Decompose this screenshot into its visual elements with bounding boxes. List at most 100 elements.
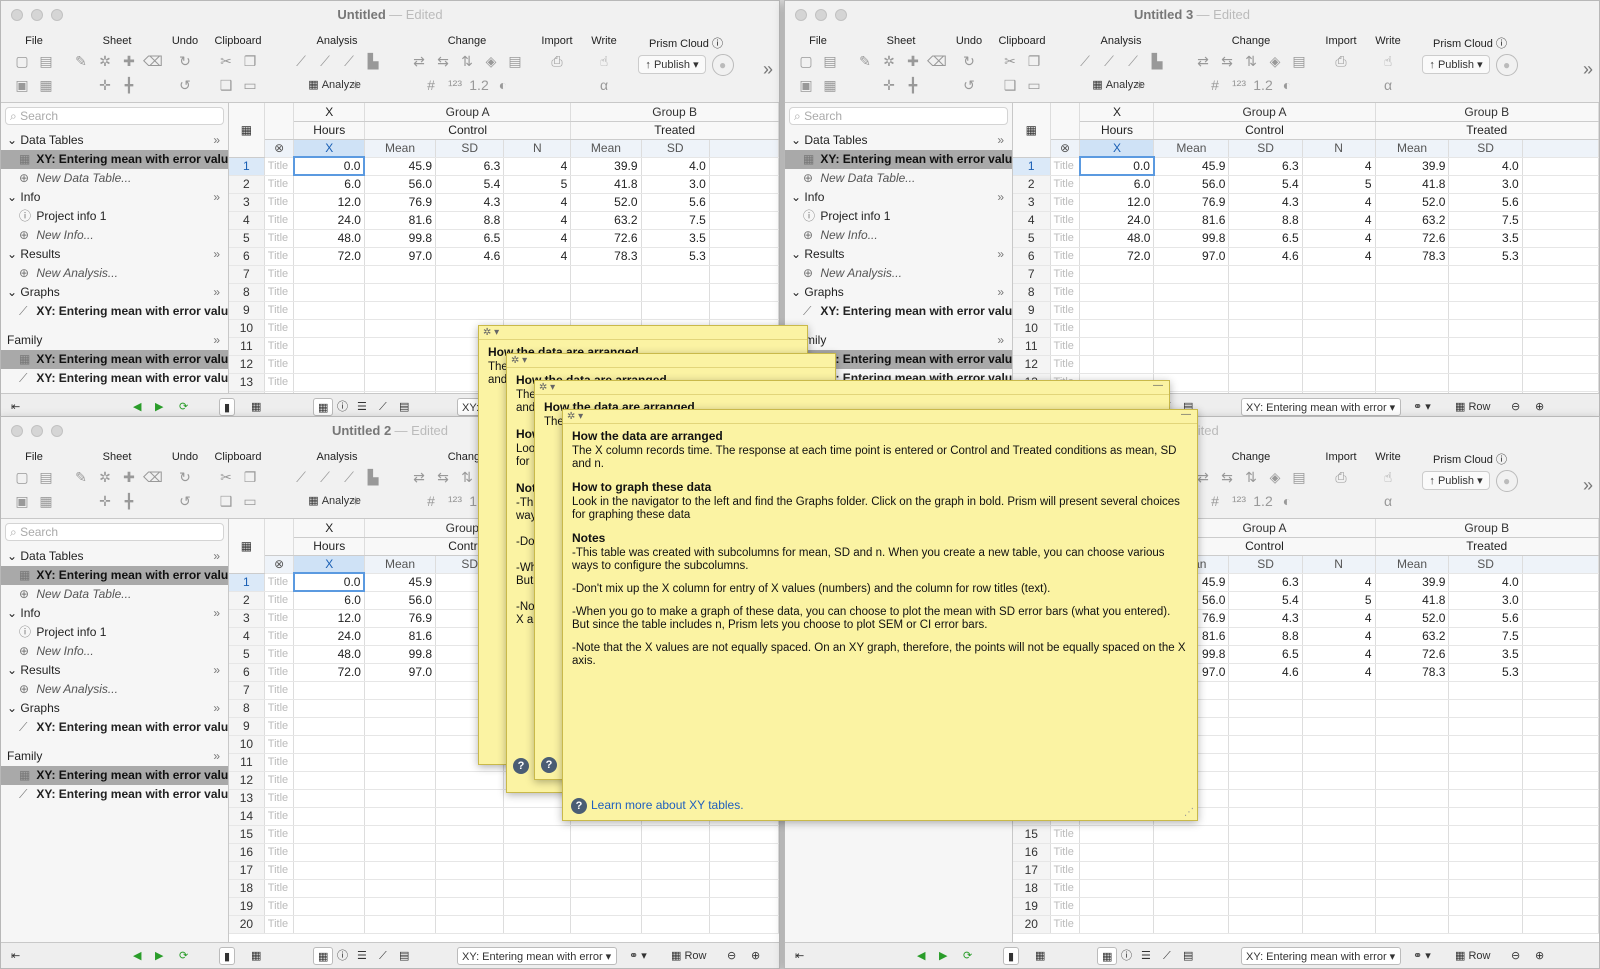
cursor-icon[interactable]: ☝ — [594, 51, 614, 71]
nav-item-new-table[interactable]: ⊕ New Data Table... — [1, 585, 228, 604]
group-b-sd-cell[interactable]: 5.3 — [641, 247, 710, 266]
row-title-cell[interactable]: Title — [1050, 283, 1081, 302]
group-b-sd-cell[interactable]: 5.6 — [1448, 609, 1523, 628]
previous-sheet-icon[interactable]: ◀ — [917, 947, 925, 965]
window-controls[interactable] — [11, 9, 63, 21]
group-a-sd-cell[interactable]: 4.6 — [1228, 247, 1303, 266]
group-b-mean-cell[interactable]: 63.2 — [570, 211, 642, 230]
empty-cell[interactable] — [1448, 319, 1523, 338]
nav-section-results[interactable]: ⌄ Results» — [1, 245, 228, 264]
empty-cell[interactable] — [293, 843, 365, 862]
row-number[interactable]: 15 — [229, 825, 265, 844]
empty-cell[interactable] — [1302, 915, 1376, 934]
empty-cell[interactable] — [503, 897, 572, 916]
empty-cell[interactable] — [1228, 879, 1303, 898]
clear-icon[interactable]: ⊗ — [264, 555, 295, 574]
group-b-title[interactable]: Treated — [1375, 537, 1599, 556]
empty-cell[interactable] — [1153, 337, 1230, 356]
empty-cell[interactable] — [293, 373, 365, 392]
info-note[interactable]: ✲ ▾ — How the data are arranged The X col… — [562, 409, 1198, 821]
zoom-out-icon[interactable]: ⊖ — [1511, 947, 1520, 965]
row-title-cell[interactable]: Title — [264, 753, 295, 772]
empty-cell[interactable] — [1522, 265, 1599, 284]
empty-cell[interactable] — [435, 897, 505, 916]
empty-cell[interactable] — [1522, 699, 1599, 718]
number-format-icon[interactable]: # — [421, 491, 441, 511]
empty-cell[interactable] — [1302, 265, 1376, 284]
group-b-mean-cell[interactable]: 41.8 — [1375, 591, 1450, 610]
number-format-icon[interactable]: # — [421, 75, 441, 95]
row-title-cell[interactable]: Title — [1050, 247, 1081, 266]
x-value-cell[interactable]: 12.0 — [293, 193, 365, 212]
pin-icon[interactable]: ✚ — [903, 51, 923, 71]
chart-icon[interactable]: ⟋ — [291, 467, 311, 487]
copy-icon[interactable]: ❐ — [240, 51, 260, 71]
empty-cell[interactable] — [1448, 373, 1523, 392]
next-sheet-icon[interactable]: ▶ — [939, 947, 947, 965]
open-file-icon[interactable]: ▤ — [36, 51, 56, 71]
empty-cell[interactable] — [1522, 861, 1599, 880]
group-a-sd-cell[interactable]: 6.3 — [435, 157, 505, 176]
x-column-title[interactable]: Hours — [293, 121, 365, 140]
row-title-cell[interactable]: Title — [1050, 301, 1081, 320]
empty-cell[interactable] — [503, 301, 572, 320]
row-title-cell[interactable]: Title — [1050, 843, 1081, 862]
results-view-icon[interactable]: ☰ — [357, 398, 367, 416]
empty-cell[interactable] — [1375, 301, 1450, 320]
number-icon[interactable]: ¹²³ — [445, 75, 465, 95]
x-value-cell[interactable]: 24.0 — [293, 627, 365, 646]
empty-cell[interactable] — [1153, 897, 1230, 916]
row-number[interactable]: 20 — [1013, 915, 1051, 934]
graph-view-icon[interactable]: ⟋ — [1163, 947, 1171, 965]
group-a-sd-cell[interactable]: 4.3 — [1228, 193, 1303, 212]
row-number[interactable]: 19 — [229, 897, 265, 916]
group-a-mean-cell[interactable]: 99.8 — [1153, 229, 1230, 248]
nav-family-item-table[interactable]: ▦ XY: Entering mean with error values — [1, 350, 228, 369]
group-b-sd-cell[interactable]: 4.0 — [1448, 573, 1523, 592]
row-indicator[interactable]: ▦ Row — [1455, 398, 1490, 416]
group-a-mean-cell[interactable]: 56.0 — [1153, 175, 1230, 194]
empty-cell[interactable] — [1228, 319, 1303, 338]
empty-cell[interactable] — [1448, 879, 1523, 898]
empty-cell[interactable] — [293, 879, 365, 898]
bar-chart-icon[interactable]: ▙ — [363, 51, 383, 71]
import-xml-icon[interactable]: ⎙ — [1331, 51, 1351, 71]
swap-icon[interactable]: ⇆ — [1217, 51, 1237, 71]
alpha-icon[interactable]: α — [1378, 491, 1398, 511]
paste-icon[interactable]: ❑ — [1000, 75, 1020, 95]
group-b-mean-cell[interactable]: 39.9 — [1375, 157, 1450, 176]
data-sheet[interactable]: ▦XGroup AGroup B HoursControlTreated ⊗XM… — [1013, 103, 1599, 419]
empty-cell[interactable] — [570, 915, 642, 934]
nav-item-data-table[interactable]: ▦ XY: Entering mean with error values — [1, 566, 228, 585]
row-number[interactable]: 4 — [229, 627, 265, 646]
row-number[interactable]: 3 — [229, 609, 265, 628]
group-a-mean-cell[interactable]: 81.6 — [1153, 211, 1230, 230]
x-value-cell[interactable]: 6.0 — [1079, 175, 1155, 194]
row-title-cell[interactable]: Title — [264, 319, 295, 338]
empty-cell[interactable] — [1302, 879, 1376, 898]
x-value-cell[interactable]: 6.0 — [293, 591, 365, 610]
view-single-icon[interactable]: ▮ — [219, 398, 236, 416]
empty-cell[interactable] — [570, 843, 642, 862]
empty-cell[interactable] — [1375, 265, 1450, 284]
row-indicator[interactable]: ▦ Row — [671, 947, 706, 965]
row-title-cell[interactable]: Title — [1050, 229, 1081, 248]
empty-cell[interactable] — [1522, 825, 1599, 844]
row-number[interactable]: 11 — [229, 337, 265, 356]
empty-cell[interactable] — [641, 265, 710, 284]
empty-cell[interactable] — [364, 283, 437, 302]
group-a-n-cell[interactable]: 4 — [503, 211, 572, 230]
cut-icon[interactable]: ✂ — [216, 51, 236, 71]
row-number[interactable]: 5 — [1013, 229, 1051, 248]
group-b-mean-cell[interactable]: 72.6 — [1375, 645, 1450, 664]
group-b-sd-cell[interactable]: 5.3 — [1448, 247, 1523, 266]
row-title-cell[interactable]: Title — [264, 301, 295, 320]
empty-cell[interactable] — [364, 789, 437, 808]
x-column-header[interactable]: X — [293, 519, 365, 538]
group-b-n-cell[interactable] — [709, 211, 779, 230]
chart-icon[interactable]: ⟋ — [315, 51, 335, 71]
undo-icon[interactable]: ↺ — [175, 75, 195, 95]
group-a-n-cell[interactable]: 4 — [503, 193, 572, 212]
empty-cell[interactable] — [1448, 735, 1523, 754]
group-b-mean-cell[interactable]: 52.0 — [1375, 609, 1450, 628]
